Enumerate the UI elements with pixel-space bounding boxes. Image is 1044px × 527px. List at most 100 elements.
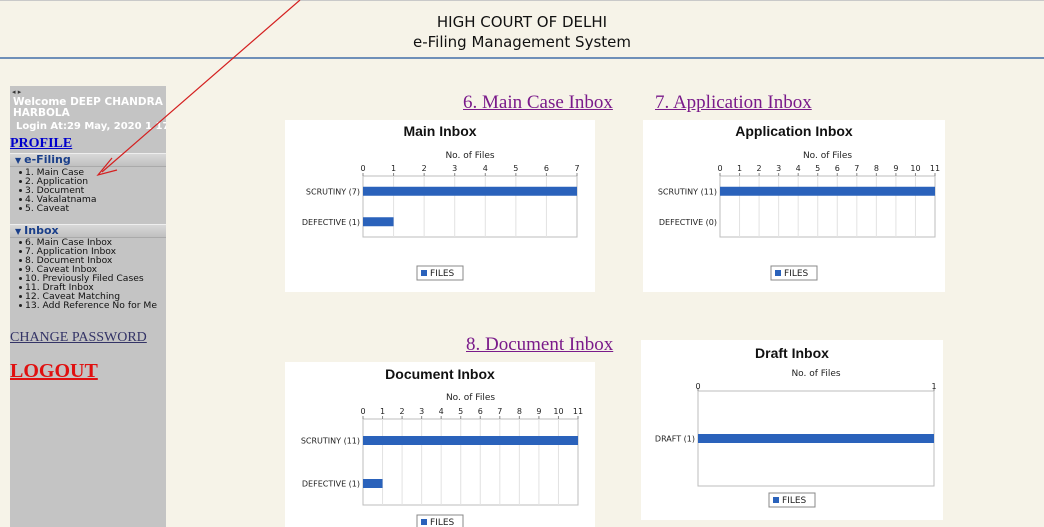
legend-label: FILES bbox=[782, 496, 807, 506]
tick-label: 5 bbox=[513, 164, 518, 173]
tick-label: 4 bbox=[439, 407, 444, 416]
bullet-icon bbox=[19, 207, 22, 210]
draft-inbox-chart: Draft Inbox No. of Files 0 1 DRAFT (1) FILES bbox=[655, 345, 937, 508]
legend-label: FILES bbox=[430, 518, 455, 527]
main-inbox-chart: Main Inbox No. of Files 0 1 2 3 4 5 6 7 SCRUTINY (… bbox=[302, 123, 580, 281]
header-top-rule bbox=[0, 0, 1044, 1]
sidebar-item-add-reference[interactable]: 13. Add Reference No for Me bbox=[19, 301, 157, 310]
chevron-down-icon: ▼ bbox=[15, 227, 22, 236]
inbox-section-label: Inbox bbox=[24, 224, 59, 237]
tick-label: 11 bbox=[930, 164, 940, 173]
document-inbox-chart: Document Inbox No. of Files 0 1 2 3 4 5 6 7 8 9 10 11… bbox=[301, 366, 583, 527]
tick-label: 1 bbox=[391, 164, 396, 173]
application-inbox-chart: Application Inbox No. of Files 0 1 2 3 4 5 6 7 8 9 1… bbox=[658, 123, 940, 281]
tick-label: 10 bbox=[910, 164, 920, 173]
tick-label: 0 bbox=[717, 164, 722, 173]
tick-label: 2 bbox=[757, 164, 762, 173]
chevron-down-icon: ▼ bbox=[15, 156, 22, 165]
legend-label: FILES bbox=[784, 269, 809, 279]
collapse-toggle-icon[interactable]: ◂ ▸ bbox=[12, 88, 21, 96]
page-header: HIGH COURT OF DELHI e-Filing Management … bbox=[0, 0, 1044, 59]
tick-label: 9 bbox=[536, 407, 541, 416]
bullet-icon bbox=[19, 277, 22, 280]
legend-swatch bbox=[421, 519, 427, 525]
bullet-icon bbox=[19, 189, 22, 192]
court-title: HIGH COURT OF DELHI bbox=[436, 13, 608, 31]
bullet-icon bbox=[19, 259, 22, 262]
tick-label: 1 bbox=[931, 382, 936, 391]
tick-label: 7 bbox=[574, 164, 579, 173]
bar-scrutiny bbox=[720, 186, 935, 196]
application-inbox-chart-panel: Application Inbox No. of Files 0 1 2 3 4 5 6 7 8 9 1… bbox=[643, 120, 945, 292]
tick-label: 6 bbox=[478, 407, 483, 416]
change-password-link[interactable]: CHANGE PASSWORD bbox=[10, 330, 147, 346]
chart-title: Draft Inbox bbox=[755, 345, 829, 361]
tick-label: 5 bbox=[458, 407, 463, 416]
tick-label: 3 bbox=[776, 164, 781, 173]
profile-link[interactable]: PROFILE bbox=[10, 136, 72, 152]
bullet-icon bbox=[19, 171, 22, 174]
tick-label: 5 bbox=[815, 164, 820, 173]
application-inbox-link[interactable]: 7. Application Inbox bbox=[655, 92, 812, 114]
system-title: e-Filing Management System bbox=[413, 33, 631, 51]
efiling-section-header[interactable]: ▼ e-Filing bbox=[10, 153, 166, 167]
legend-swatch bbox=[775, 270, 781, 276]
tick-label: 6 bbox=[544, 164, 549, 173]
chart-title: Main Inbox bbox=[403, 123, 476, 139]
plot-frame bbox=[362, 175, 578, 238]
bullet-icon bbox=[19, 286, 22, 289]
category-label: SCRUTINY (7) bbox=[306, 187, 360, 196]
tick-label: 0 bbox=[360, 407, 365, 416]
tick-label: 0 bbox=[360, 164, 365, 173]
x-axis-title: No. of Files bbox=[446, 393, 495, 403]
bar-scrutiny bbox=[363, 436, 578, 445]
bar-defective bbox=[363, 479, 383, 488]
category-label: DEFECTIVE (1) bbox=[302, 480, 360, 489]
bar-defective bbox=[363, 217, 394, 227]
legend-swatch bbox=[773, 497, 779, 503]
tick-label: 1 bbox=[737, 164, 742, 173]
bullet-icon bbox=[19, 198, 22, 201]
plot-frame bbox=[719, 175, 936, 238]
category-label: DEFECTIVE (1) bbox=[302, 218, 360, 227]
category-label: SCRUTINY (11) bbox=[658, 187, 717, 196]
inbox-section-header[interactable]: ▼ Inbox bbox=[10, 224, 166, 238]
tick-label: 0 bbox=[695, 382, 700, 391]
category-label: DEFECTIVE (0) bbox=[659, 218, 717, 227]
chart-title: Application Inbox bbox=[735, 123, 853, 139]
tick-label: 1 bbox=[380, 407, 385, 416]
logout-link[interactable]: LOGOUT bbox=[10, 360, 98, 383]
login-time-text: Login At:29 May, 2020 1 17 bbox=[16, 121, 166, 132]
document-inbox-chart-panel: Document Inbox No. of Files 0 1 2 3 4 5 6 7 8 9 10 11… bbox=[285, 362, 595, 527]
tick-label: 10 bbox=[553, 407, 563, 416]
tick-label: 3 bbox=[452, 164, 457, 173]
legend-swatch bbox=[421, 270, 427, 276]
tick-label: 6 bbox=[835, 164, 840, 173]
tick-label: 7 bbox=[497, 407, 502, 416]
efiling-section-label: e-Filing bbox=[24, 153, 71, 166]
main-inbox-chart-panel: Main Inbox No. of Files 0 1 2 3 4 5 6 7 SCRUTINY (… bbox=[285, 120, 595, 292]
tick-label: 7 bbox=[854, 164, 859, 173]
tick-label: 4 bbox=[796, 164, 801, 173]
tick-label: 2 bbox=[400, 407, 405, 416]
document-inbox-link[interactable]: 8. Document Inbox bbox=[466, 334, 613, 356]
chart-title: Document Inbox bbox=[385, 366, 495, 382]
bullet-icon bbox=[19, 268, 22, 271]
sidebar-item-caveat[interactable]: 5. Caveat bbox=[19, 204, 69, 213]
tick-label: 9 bbox=[893, 164, 898, 173]
x-axis-title: No. of Files bbox=[445, 151, 494, 161]
sidebar: ◂ ▸ Welcome DEEP CHANDRA HARBOLA Login A… bbox=[10, 86, 166, 527]
bar-draft bbox=[698, 434, 934, 443]
tick-label: 4 bbox=[483, 164, 488, 173]
draft-inbox-chart-panel: Draft Inbox No. of Files 0 1 DRAFT (1) FILES bbox=[641, 340, 943, 520]
bullet-icon bbox=[19, 250, 22, 253]
main-case-inbox-link[interactable]: 6. Main Case Inbox bbox=[463, 92, 613, 114]
bullet-icon bbox=[19, 180, 22, 183]
bar-scrutiny bbox=[363, 186, 577, 196]
tick-label: 8 bbox=[874, 164, 879, 173]
tick-label: 2 bbox=[422, 164, 427, 173]
tick-label: 8 bbox=[517, 407, 522, 416]
bullet-icon bbox=[19, 304, 22, 307]
plot-frame bbox=[362, 418, 579, 506]
tick-label: 11 bbox=[573, 407, 583, 416]
